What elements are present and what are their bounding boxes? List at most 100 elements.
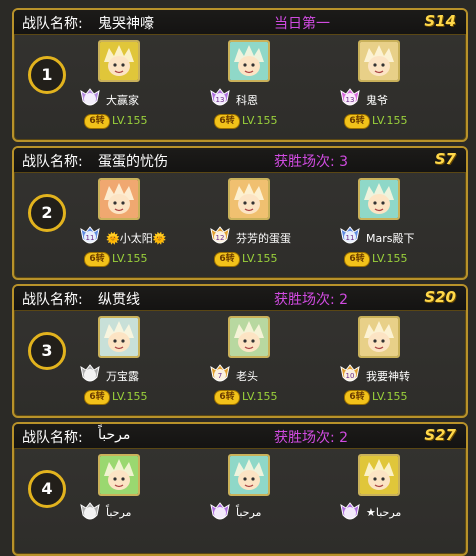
- vip-rank-icon: 12: [208, 226, 232, 248]
- svg-text:12: 12: [216, 234, 225, 242]
- rebirth-badge: 6转: [214, 390, 240, 405]
- character-portrait-icon: [230, 456, 268, 494]
- vip-rank-icon: [78, 502, 102, 524]
- member-avatar[interactable]: [98, 178, 140, 220]
- team-member[interactable]: 13 科恩 6转 LV.155: [204, 40, 354, 140]
- member-level: LV.155: [242, 390, 278, 403]
- vip-rank-icon: 13: [208, 88, 232, 110]
- rebirth-badge: 6转: [84, 114, 110, 129]
- character-portrait-icon: [100, 42, 138, 80]
- member-name: مرحباً: [236, 506, 262, 519]
- member-name: Mars殿下: [366, 232, 415, 245]
- member-name: 科恩: [236, 94, 258, 107]
- member-level: LV.155: [372, 390, 408, 403]
- team-name-label: 战队名称:: [22, 292, 83, 308]
- member-name: مرحباً: [106, 506, 132, 519]
- member-avatar[interactable]: [98, 316, 140, 358]
- member-avatar[interactable]: [98, 40, 140, 82]
- vip-rank-icon: 11: [78, 226, 102, 248]
- member-avatar[interactable]: [228, 178, 270, 220]
- rebirth-badge: 6转: [84, 252, 110, 267]
- team-header: 战队名称: 纵贯线 获胜场次: 2 S20: [14, 286, 466, 311]
- rank-badge: 4: [28, 470, 66, 508]
- character-portrait-icon: [100, 318, 138, 356]
- vip-rank-icon: [208, 502, 232, 524]
- vip-rank-icon: 13: [338, 88, 362, 110]
- team-member[interactable]: 11 Mars殿下 6转 LV.155: [334, 178, 466, 278]
- member-avatar[interactable]: [228, 454, 270, 496]
- member-avatar[interactable]: [228, 316, 270, 358]
- team-name-label: 战队名称:: [22, 154, 83, 170]
- rank-badge: 3: [28, 332, 66, 370]
- team-status: 当日第一: [274, 16, 330, 32]
- team-card[interactable]: 战队名称: 蛋蛋的忧伤 获胜场次: 3 S7 2 11 🌞小太阳🌞 6转 LV.155 12…: [12, 146, 468, 280]
- member-level: LV.155: [112, 114, 148, 127]
- rebirth-badge: 6转: [214, 252, 240, 267]
- member-avatar[interactable]: [358, 40, 400, 82]
- team-card[interactable]: 战队名称: مرحباً 获胜场次: 2 S27 4 مرحباً مرحباً ★مر…: [12, 422, 468, 556]
- member-avatar[interactable]: [358, 178, 400, 220]
- team-name: 纵贯线: [98, 292, 140, 308]
- member-avatar[interactable]: [358, 454, 400, 496]
- member-name: 万宝露: [106, 370, 139, 383]
- rebirth-badge: 6转: [84, 390, 110, 405]
- team-member[interactable]: 大赢家 6转 LV.155: [74, 40, 224, 140]
- server-id: S7: [434, 150, 456, 168]
- team-header: 战队名称: 鬼哭神嚎 当日第一 S14: [14, 10, 466, 35]
- team-member[interactable]: ★مرحبا: [334, 454, 466, 554]
- member-name: 老头: [236, 370, 258, 383]
- member-level: LV.155: [112, 390, 148, 403]
- team-name: 鬼哭神嚎: [98, 16, 154, 32]
- rebirth-badge: 6转: [344, 114, 370, 129]
- character-portrait-icon: [100, 180, 138, 218]
- member-avatar[interactable]: [98, 454, 140, 496]
- svg-text:7: 7: [218, 372, 222, 380]
- vip-rank-icon: 7: [208, 364, 232, 386]
- team-card[interactable]: 战队名称: 鬼哭神嚎 当日第一 S14 1 大赢家 6转 LV.155 13 科恩 6转 LV.…: [12, 8, 468, 142]
- team-member[interactable]: 万宝露 6转 LV.155: [74, 316, 224, 416]
- member-level: LV.155: [242, 252, 278, 265]
- server-id: S27: [424, 426, 456, 444]
- member-avatar[interactable]: [358, 316, 400, 358]
- character-portrait-icon: [360, 318, 398, 356]
- team-card[interactable]: 战队名称: 纵贯线 获胜场次: 2 S20 3 万宝露 6转 LV.155 7 老头 6转 LV…: [12, 284, 468, 418]
- member-name: 鬼爷: [366, 94, 388, 107]
- team-status: 获胜场次: 2: [274, 292, 349, 308]
- team-member[interactable]: 13 鬼爷 6转 LV.155: [334, 40, 466, 140]
- server-id: S14: [424, 12, 456, 30]
- svg-text:11: 11: [346, 234, 355, 242]
- team-name-label: 战队名称:: [22, 430, 83, 446]
- vip-rank-icon: [78, 88, 102, 110]
- rank-badge: 1: [28, 56, 66, 94]
- rebirth-badge: 6转: [214, 114, 240, 129]
- character-portrait-icon: [360, 180, 398, 218]
- member-level: LV.155: [242, 114, 278, 127]
- team-name: مرحباً: [98, 427, 131, 443]
- character-portrait-icon: [360, 456, 398, 494]
- character-portrait-icon: [100, 456, 138, 494]
- server-id: S20: [424, 288, 456, 306]
- team-member[interactable]: 7 老头 6转 LV.155: [204, 316, 354, 416]
- svg-text:13: 13: [216, 96, 225, 104]
- team-member[interactable]: 10 我要神转 6转 LV.155: [334, 316, 466, 416]
- svg-text:13: 13: [346, 96, 355, 104]
- team-ranking-list: 战队名称: 鬼哭神嚎 当日第一 S14 1 大赢家 6转 LV.155 13 科恩 6转 LV.…: [0, 0, 476, 556]
- member-name: 我要神转: [366, 370, 410, 383]
- vip-rank-icon: 10: [338, 364, 362, 386]
- character-portrait-icon: [230, 42, 268, 80]
- member-avatar[interactable]: [228, 40, 270, 82]
- character-portrait-icon: [230, 180, 268, 218]
- team-name: 蛋蛋的忧伤: [98, 154, 168, 170]
- team-member[interactable]: 11 🌞小太阳🌞 6转 LV.155: [74, 178, 224, 278]
- rebirth-badge: 6转: [344, 390, 370, 405]
- team-status: 获胜场次: 3: [274, 154, 349, 170]
- member-name: 🌞小太阳🌞: [106, 232, 167, 245]
- member-name: ★مرحبا: [366, 506, 402, 519]
- svg-text:10: 10: [346, 372, 355, 380]
- vip-rank-icon: 11: [338, 226, 362, 248]
- team-member[interactable]: 12 芬芳的蛋蛋 6转 LV.155: [204, 178, 354, 278]
- team-member[interactable]: مرحباً: [74, 454, 224, 554]
- team-member[interactable]: مرحباً: [204, 454, 354, 554]
- svg-text:11: 11: [86, 234, 95, 242]
- vip-rank-icon: [78, 364, 102, 386]
